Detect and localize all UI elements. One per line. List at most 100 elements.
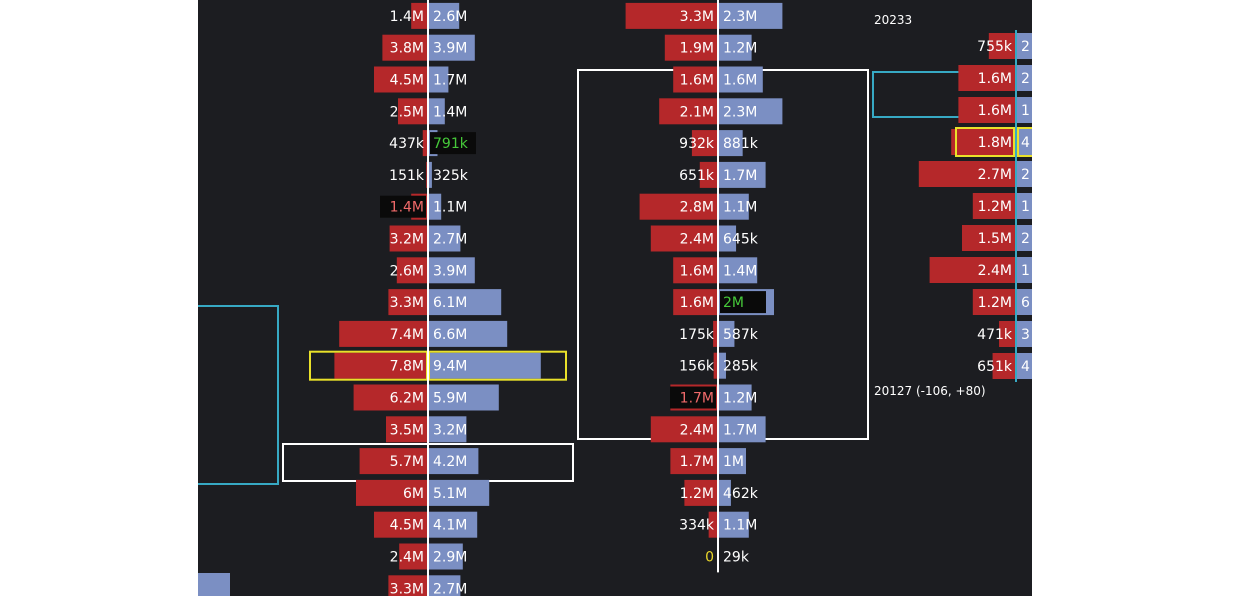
sell-volume-label: 1.7M	[680, 454, 714, 470]
buy-volume-label: 1.2M	[723, 391, 757, 407]
sell-volume-label: 156k	[679, 359, 715, 375]
buy-volume-label: 1	[1021, 103, 1030, 119]
buy-volume-label: 4.1M	[433, 518, 467, 534]
buy-volume-label: 285k	[723, 359, 759, 375]
sell-volume-label: 4.5M	[390, 73, 424, 89]
sell-volume-label: 2.1M	[680, 104, 714, 120]
sell-volume-label: 1.6M	[680, 73, 714, 89]
sell-volume-label: 0	[705, 550, 714, 566]
buy-volume-label: 1.1M	[433, 200, 467, 216]
sell-volume-label: 3.8M	[390, 41, 424, 57]
buy-volume-label: 5.9M	[433, 391, 467, 407]
sell-volume-label: 2.6M	[390, 263, 424, 279]
buy-volume-label: 29k	[723, 550, 750, 566]
footprint-chart: 1.4M 2.6M 3.8M 3.9M 4.5M 1.7M 2.5M 1.4M 437k 791k…	[198, 0, 1032, 596]
buy-volume-label: 4	[1021, 359, 1030, 375]
buy-volume-label: 2.9M	[433, 550, 467, 566]
buy-volume-label: 1.7M	[433, 73, 467, 89]
buy-volume-label: 2.7M	[433, 581, 467, 596]
sell-volume-label: 3.3M	[390, 581, 424, 596]
sell-volume-label: 1.6M	[978, 71, 1012, 87]
buy-volume-label: 9.4M	[433, 359, 467, 375]
buy-volume-label: 1.6M	[723, 73, 757, 89]
cyan-zone-box	[198, 305, 279, 485]
sell-volume-label: 1.7M	[680, 391, 714, 407]
sell-volume-label: 2.4M	[680, 232, 714, 248]
buy-volume-label: 1M	[723, 454, 744, 470]
buy-volume-label: 587k	[723, 327, 759, 343]
annotation-label: 20127 (-106, +80)	[874, 384, 986, 398]
sell-volume-label: 7.4M	[390, 327, 424, 343]
sell-volume-label: 1.9M	[680, 41, 714, 57]
footprint-chart-panel: 1.4M 2.6M 3.8M 3.9M 4.5M 1.7M 2.5M 1.4M 437k 791k…	[198, 0, 1032, 596]
sell-volume-label: 2.4M	[978, 263, 1012, 279]
buy-volume-label: 1.7M	[723, 168, 757, 184]
buy-volume-label: 1.1M	[723, 200, 757, 216]
buy-volume-label: 3	[1021, 327, 1030, 343]
buy-volume-label: 3.9M	[433, 41, 467, 57]
sell-volume-label: 3.3M	[390, 295, 424, 311]
buy-volume-label: 2	[1021, 231, 1030, 247]
buy-volume-label: 2	[1021, 71, 1030, 87]
sell-volume-label: 1.4M	[390, 200, 424, 216]
buy-volume-label: 462k	[723, 486, 759, 502]
sell-volume-label: 755k	[977, 39, 1013, 55]
buy-volume-label: 6	[1021, 295, 1030, 311]
sell-volume-label: 2.4M	[390, 550, 424, 566]
buy-volume-label: 1.4M	[433, 104, 467, 120]
buy-volume-label: 2.7M	[433, 232, 467, 248]
buy-volume-label: 2M	[723, 295, 744, 311]
sell-volume-label: 3.5M	[390, 422, 424, 438]
buy-volume-label: 1.4M	[723, 263, 757, 279]
buy-volume-label: 6.1M	[433, 295, 467, 311]
buy-volume-label: 2.3M	[723, 9, 757, 25]
sell-volume-label: 5.7M	[390, 454, 424, 470]
sell-volume-label: 1.6M	[978, 103, 1012, 119]
sell-volume-label: 1.6M	[680, 295, 714, 311]
sell-volume-label: 3.3M	[680, 9, 714, 25]
sell-volume-label: 651k	[679, 168, 715, 184]
sell-volume-label: 6.2M	[390, 391, 424, 407]
sell-volume-label: 1.5M	[978, 231, 1012, 247]
sell-volume-label: 1.2M	[978, 199, 1012, 215]
buy-volume-label: 2.6M	[433, 9, 467, 25]
sell-volume-label: 471k	[977, 327, 1013, 343]
sell-volume-label: 651k	[977, 359, 1013, 375]
sell-volume-label: 1.6M	[680, 263, 714, 279]
sell-volume-label: 4.5M	[390, 518, 424, 534]
value-area-box	[577, 69, 869, 440]
sell-volume-label: 6M	[403, 486, 424, 502]
sell-volume-label: 7.8M	[390, 359, 424, 375]
buy-volume-label: 325k	[433, 168, 469, 184]
sell-volume-label: 2.8M	[680, 200, 714, 216]
buy-volume-label: 1.2M	[723, 41, 757, 57]
sell-volume-label: 1.4M	[390, 9, 424, 25]
buy-volume-label: 1	[1021, 199, 1030, 215]
buy-bar	[198, 573, 230, 596]
sell-volume-label: 1.2M	[978, 295, 1012, 311]
sell-volume-label: 3.2M	[390, 232, 424, 248]
sell-volume-label: 2.7M	[978, 167, 1012, 183]
sell-volume-label: 334k	[679, 518, 715, 534]
sell-volume-label: 2.4M	[680, 422, 714, 438]
annotation-label: 20233	[874, 13, 912, 27]
buy-volume-label: 5.1M	[433, 486, 467, 502]
sell-volume-label: 437k	[389, 136, 425, 152]
buy-volume-label: 881k	[723, 136, 759, 152]
buy-volume-label: 1	[1021, 263, 1030, 279]
buy-volume-label: 2	[1021, 167, 1030, 183]
buy-volume-label: 645k	[723, 232, 759, 248]
sell-volume-label: 1.2M	[680, 486, 714, 502]
buy-volume-label: 1.1M	[723, 518, 757, 534]
sell-volume-label: 932k	[679, 136, 715, 152]
sell-volume-label: 175k	[679, 327, 715, 343]
buy-volume-label: 4	[1021, 135, 1030, 151]
buy-volume-label: 2	[1021, 39, 1030, 55]
buy-volume-label: 4.2M	[433, 454, 467, 470]
buy-volume-label: 3.9M	[433, 263, 467, 279]
buy-volume-label: 791k	[433, 136, 469, 152]
buy-volume-label: 3.2M	[433, 422, 467, 438]
sell-volume-label: 151k	[389, 168, 425, 184]
buy-volume-label: 1.7M	[723, 422, 757, 438]
buy-volume-label: 6.6M	[433, 327, 467, 343]
